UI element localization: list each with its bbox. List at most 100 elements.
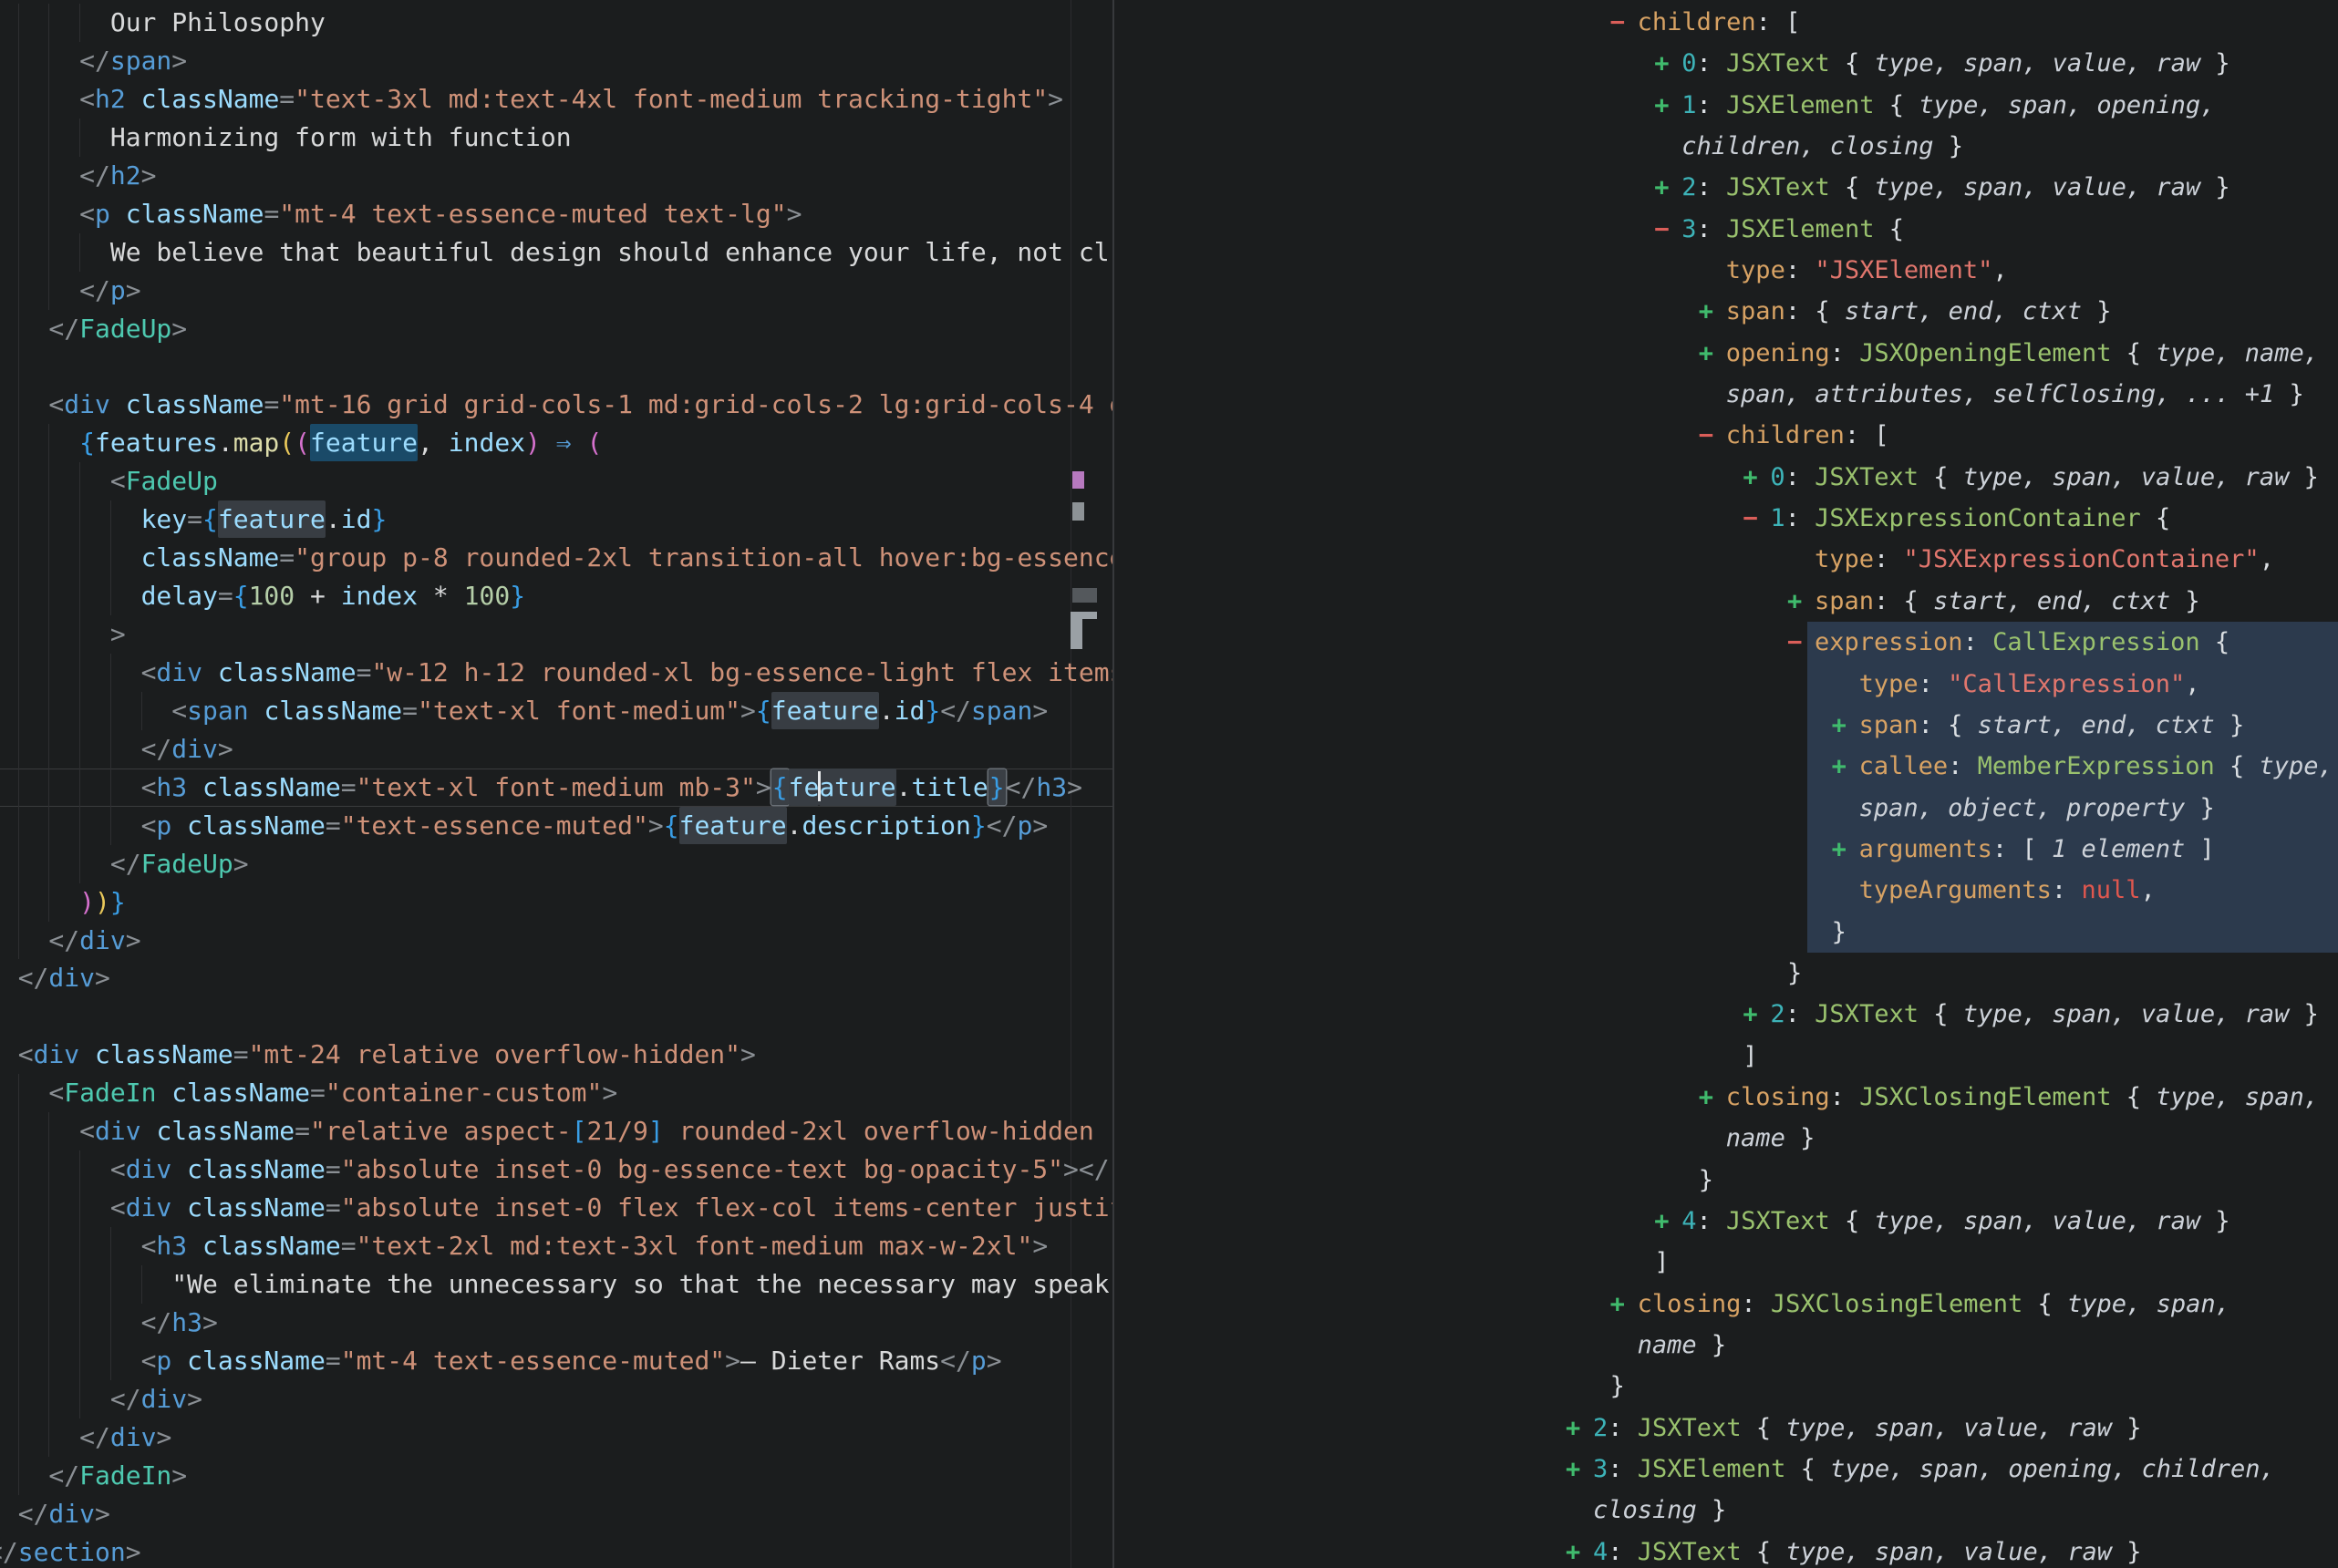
code-line[interactable]: key={feature.id} — [0, 500, 1112, 539]
code-line[interactable]: <span className="text-xl font-medium">{f… — [0, 692, 1112, 730]
code-line[interactable]: ))} — [0, 883, 1112, 922]
code-line[interactable]: <div className="absolute inset-0 flex fl… — [0, 1189, 1112, 1227]
collapse-toggle-icon[interactable]: − — [1654, 209, 1681, 250]
collapse-toggle-icon[interactable]: − — [1743, 498, 1770, 539]
code-line[interactable]: </div> — [0, 1418, 1112, 1457]
expand-toggle-icon[interactable]: + — [1566, 1449, 1593, 1490]
ast-tree-row[interactable]: −children: [ — [1114, 2, 2338, 43]
ast-tree-row[interactable]: +4: JSXText { type, span, value, raw } — [1114, 1532, 2338, 1568]
ast-tree-row[interactable]: +2: JSXText { type, span, value, raw } — [1114, 994, 2338, 1035]
code-line[interactable]: <div className="mt-16 grid grid-cols-1 m… — [0, 386, 1112, 424]
ast-tree-row[interactable]: +opening: JSXOpeningElement { type, name… — [1114, 333, 2338, 374]
ast-tree-row[interactable]: typeArguments: null, — [1114, 870, 2338, 911]
code-line[interactable]: </div> — [0, 1380, 1112, 1418]
code-line[interactable]: <p className="text-essence-muted">{featu… — [0, 807, 1112, 845]
ast-tree-row[interactable]: name } — [1114, 1118, 2338, 1159]
ast-tree-row[interactable]: +0: JSXText { type, span, value, raw } — [1114, 457, 2338, 498]
ast-tree-row[interactable]: +2: JSXText { type, span, value, raw } — [1114, 167, 2338, 208]
expand-toggle-icon[interactable]: + — [1699, 333, 1726, 374]
ast-tree-row[interactable]: } — [1114, 953, 2338, 994]
ast-tree-row[interactable]: type: "JSXElement", — [1114, 250, 2338, 291]
code-line[interactable]: </div> — [0, 959, 1112, 997]
code-line[interactable]: <div className="w-12 h-12 rounded-xl bg-… — [0, 654, 1112, 692]
code-line[interactable]: </FadeIn> — [0, 1457, 1112, 1495]
code-line[interactable]: <p className="mt-4 text-essence-muted te… — [0, 195, 1112, 233]
code-line[interactable]: {features.map((feature, index) ⇒ ( — [0, 424, 1112, 462]
code-line[interactable] — [0, 347, 1112, 386]
code-line[interactable]: > — [0, 615, 1112, 654]
code-line[interactable]: <h3 className="text-2xl md:text-3xl font… — [0, 1227, 1112, 1265]
expand-toggle-icon[interactable]: + — [1832, 746, 1859, 787]
code-line[interactable]: </h3> — [0, 1304, 1112, 1342]
code-line[interactable]: </div> — [0, 922, 1112, 960]
code-line[interactable]: <div className="absolute inset-0 bg-esse… — [0, 1150, 1112, 1189]
ast-tree-row[interactable]: −expression: CallExpression { — [1114, 622, 2338, 663]
code-line[interactable]: </h2> — [0, 157, 1112, 195]
collapse-toggle-icon[interactable]: − — [1787, 622, 1815, 663]
ast-tree-row[interactable]: +1: JSXElement { type, span, opening, — [1114, 85, 2338, 126]
ast-tree-row[interactable]: +callee: MemberExpression { type, — [1114, 746, 2338, 787]
code-editor-pane[interactable]: Our Philosophy</span><h2 className="text… — [0, 0, 1112, 1568]
ast-tree-row[interactable]: span, attributes, selfClosing, ... +1 } — [1114, 374, 2338, 415]
code-line[interactable]: <FadeIn className="container-custom"> — [0, 1074, 1112, 1112]
expand-toggle-icon[interactable]: + — [1654, 85, 1681, 126]
expand-toggle-icon[interactable]: + — [1610, 1284, 1638, 1325]
ast-tree-row[interactable]: } — [1114, 1160, 2338, 1201]
ast-tree-row[interactable]: +closing: JSXClosingElement { type, span… — [1114, 1077, 2338, 1118]
ast-tree-row[interactable]: −1: JSXExpressionContainer { — [1114, 498, 2338, 539]
code-line[interactable]: </div> — [0, 1495, 1112, 1533]
expand-toggle-icon[interactable]: + — [1654, 167, 1681, 208]
ast-tree-row[interactable]: type: "JSXExpressionContainer", — [1114, 539, 2338, 580]
code-line[interactable]: </span> — [0, 42, 1112, 80]
ast-tree-row[interactable]: closing } — [1114, 1490, 2338, 1531]
expand-toggle-icon[interactable]: + — [1654, 43, 1681, 84]
code-line[interactable]: <div className="mt-24 relative overflow-… — [0, 1036, 1112, 1074]
code-line[interactable]: </section> — [0, 1533, 1112, 1568]
code-line[interactable]: <div className="relative aspect-[21/9] r… — [0, 1112, 1112, 1150]
collapse-toggle-icon[interactable]: − — [1699, 415, 1726, 456]
code-line[interactable]: "We eliminate the unnecessary so that th… — [0, 1265, 1112, 1304]
ast-tree-row[interactable]: +closing: JSXClosingElement { type, span… — [1114, 1284, 2338, 1325]
collapse-toggle-icon[interactable]: − — [1610, 2, 1638, 43]
ast-tree-row[interactable]: ] — [1114, 1036, 2338, 1077]
code-line[interactable]: </FadeUp> — [0, 845, 1112, 883]
expand-toggle-icon[interactable]: + — [1699, 1077, 1726, 1118]
code-line[interactable]: Our Philosophy — [0, 4, 1112, 42]
ast-tree-row[interactable]: } — [1114, 1366, 2338, 1407]
code-line[interactable]: <h2 className="text-3xl md:text-4xl font… — [0, 80, 1112, 119]
code-line[interactable]: Harmonizing form with function — [0, 119, 1112, 157]
ast-tree-row[interactable]: +0: JSXText { type, span, value, raw } — [1114, 43, 2338, 84]
expand-toggle-icon[interactable]: + — [1832, 829, 1859, 870]
ast-tree-row[interactable]: ] — [1114, 1242, 2338, 1283]
ast-tree-row[interactable]: children, closing } — [1114, 126, 2338, 167]
expand-toggle-icon[interactable]: + — [1743, 457, 1770, 498]
expand-toggle-icon[interactable]: + — [1654, 1201, 1681, 1242]
code-line[interactable]: <h3 className="text-xl font-medium mb-3"… — [0, 769, 1112, 807]
ast-tree-row[interactable]: } — [1114, 912, 2338, 953]
expand-toggle-icon[interactable]: + — [1699, 291, 1726, 332]
ast-tree-row[interactable]: +arguments: [ 1 element ] — [1114, 829, 2338, 870]
expand-toggle-icon[interactable]: + — [1566, 1532, 1593, 1568]
code-line[interactable]: className="group p-8 rounded-2xl transit… — [0, 539, 1112, 577]
code-line[interactable]: </FadeUp> — [0, 310, 1112, 348]
code-line[interactable]: <p className="mt-4 text-essence-muted">—… — [0, 1342, 1112, 1380]
ast-tree-row[interactable]: name } — [1114, 1325, 2338, 1366]
ast-tree-row[interactable]: +span: { start, end, ctxt } — [1114, 705, 2338, 746]
code-line[interactable]: We believe that beautiful design should … — [0, 233, 1112, 272]
expand-toggle-icon[interactable]: + — [1743, 994, 1770, 1035]
ast-tree-row[interactable]: +span: { start, end, ctxt } — [1114, 581, 2338, 622]
ast-tree-row[interactable]: type: "CallExpression", — [1114, 664, 2338, 705]
code-line[interactable] — [0, 997, 1112, 1036]
code-line[interactable]: </p> — [0, 272, 1112, 310]
ast-tree-row[interactable]: +3: JSXElement { type, span, opening, ch… — [1114, 1449, 2338, 1490]
expand-toggle-icon[interactable]: + — [1787, 581, 1815, 622]
ast-tree-row[interactable]: +2: JSXText { type, span, value, raw } — [1114, 1408, 2338, 1449]
ast-tree-row[interactable]: −children: [ — [1114, 415, 2338, 456]
expand-toggle-icon[interactable]: + — [1832, 705, 1859, 746]
code-line[interactable]: <FadeUp — [0, 462, 1112, 500]
ast-tree-row[interactable]: +4: JSXText { type, span, value, raw } — [1114, 1201, 2338, 1242]
ast-tree-row[interactable]: span, object, property } — [1114, 788, 2338, 829]
ast-tree-row[interactable]: +span: { start, end, ctxt } — [1114, 291, 2338, 332]
expand-toggle-icon[interactable]: + — [1566, 1408, 1593, 1449]
ast-tree-panel[interactable]: −children: [+0: JSXText { type, span, va… — [1114, 0, 2338, 1568]
